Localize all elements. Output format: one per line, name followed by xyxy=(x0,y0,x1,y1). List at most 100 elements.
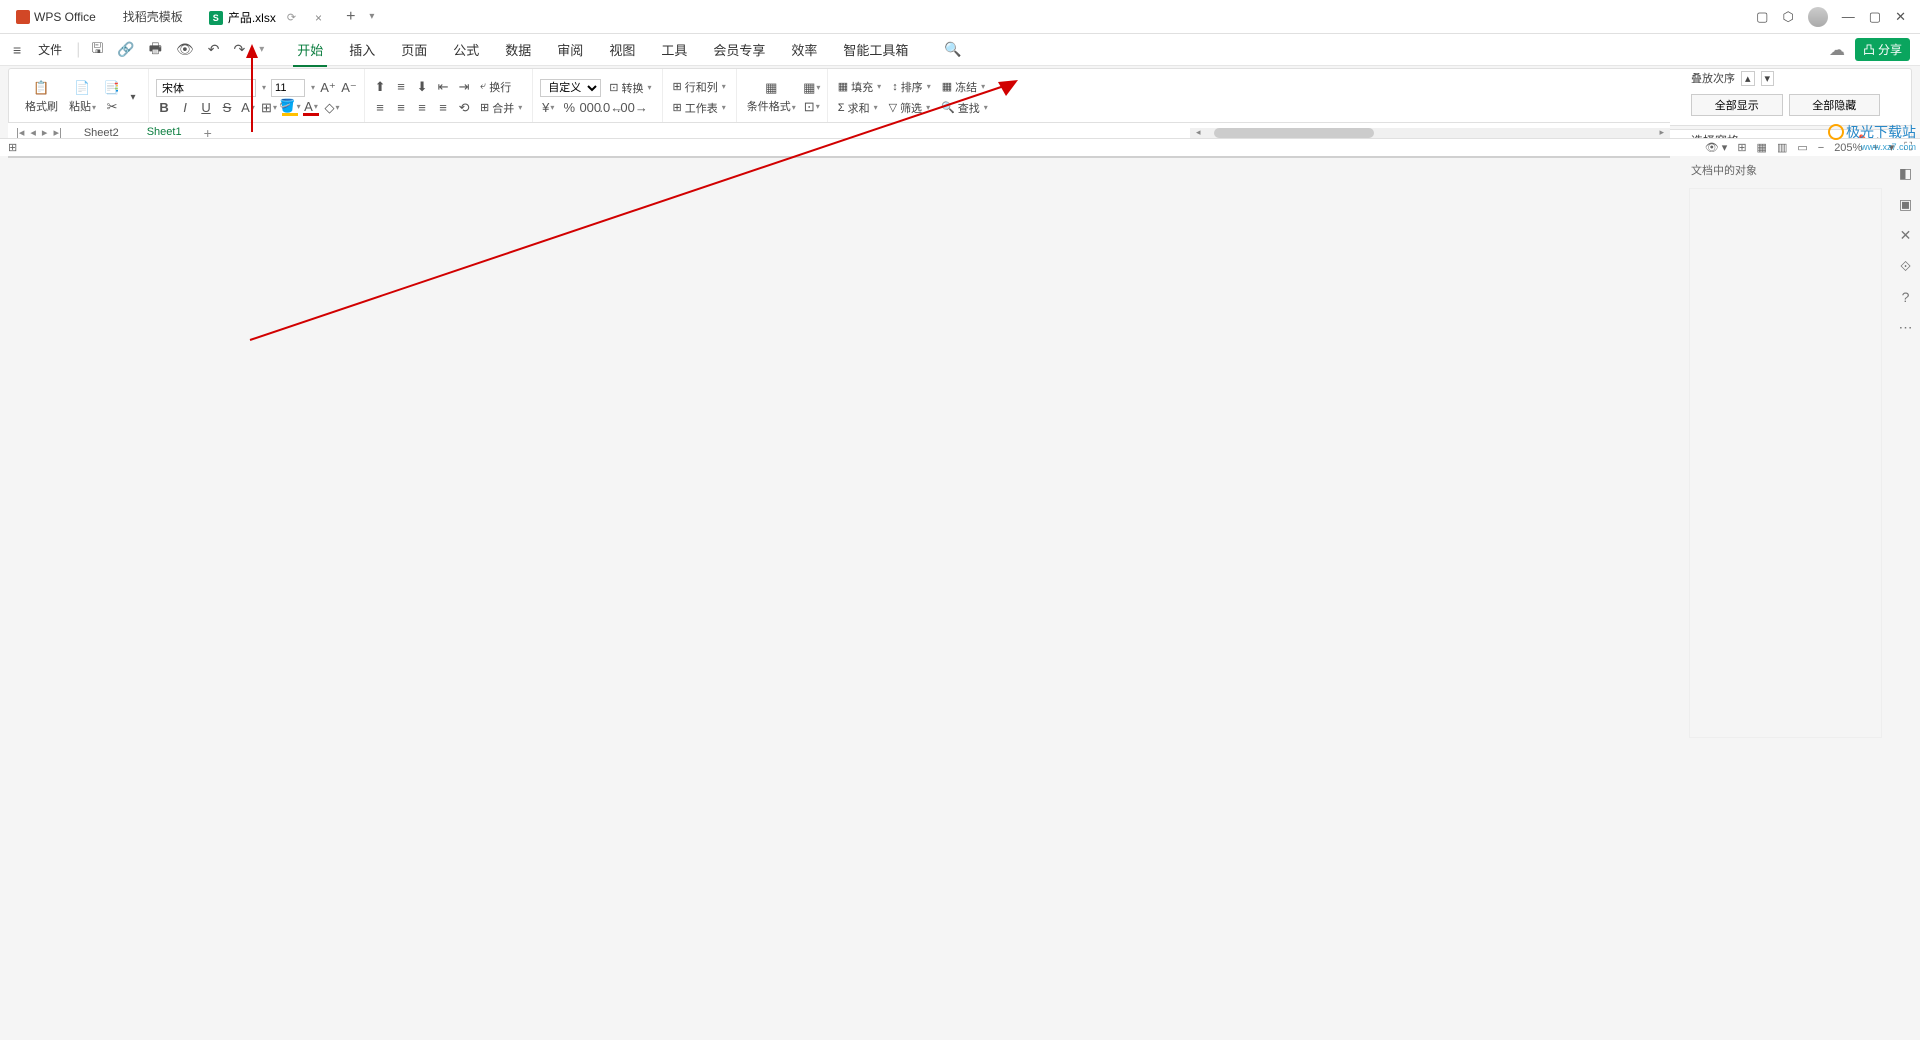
worksheet-button[interactable]: ⊞工作表▾ xyxy=(670,99,729,117)
eye-icon[interactable]: 👁 ▾ xyxy=(1705,141,1728,154)
more-icon[interactable]: ⋯ xyxy=(1897,319,1915,336)
help-icon[interactable]: ? xyxy=(1897,289,1915,305)
file-menu[interactable]: 文件 xyxy=(32,41,68,58)
align-justify-icon[interactable]: ≡ xyxy=(435,100,451,116)
filter-button[interactable]: ▽筛选▾ xyxy=(886,99,933,117)
fill-color-button[interactable]: 🪣▾ xyxy=(282,100,298,116)
clear-format-icon[interactable]: ◇▾ xyxy=(324,100,340,116)
orientation-icon[interactable]: ⟲ xyxy=(456,100,472,116)
view-normal-icon[interactable]: ⊞ xyxy=(1737,141,1746,154)
qat-dropdown-icon[interactable]: ▾ xyxy=(256,44,267,55)
col-header-B[interactable]: B xyxy=(224,157,339,158)
cloud-icon[interactable]: ☁ xyxy=(1829,40,1845,60)
move-up-icon[interactable]: ▴ xyxy=(1741,71,1755,86)
tab-dropdown-icon[interactable]: ▾ xyxy=(369,11,374,22)
selection-list[interactable] xyxy=(1689,188,1882,738)
freeze-button[interactable]: ▦冻结▾ xyxy=(939,78,988,96)
col-header-G[interactable]: G xyxy=(799,157,914,158)
search-icon[interactable]: 🔍 xyxy=(944,41,961,58)
underline-button[interactable]: U xyxy=(198,100,214,116)
font-dd-icon[interactable]: ▾ xyxy=(262,83,266,92)
hamburger-icon[interactable]: ≡ xyxy=(10,42,24,58)
show-all-button[interactable]: 全部显示 xyxy=(1691,94,1783,116)
align-right-icon[interactable]: ≡ xyxy=(414,100,430,116)
table-style-icon[interactable]: ⊡▾ xyxy=(804,99,820,115)
fill-button[interactable]: ▦填充▾ xyxy=(835,78,884,96)
move-down-icon[interactable]: ▾ xyxy=(1761,71,1775,86)
refresh-icon[interactable]: ⟳ xyxy=(287,11,296,24)
row-col-button[interactable]: ⊞行和列▾ xyxy=(670,78,729,96)
view-page-icon[interactable]: ▥ xyxy=(1777,141,1787,154)
tab-member[interactable]: 会员专享 xyxy=(709,40,769,59)
tab-formula[interactable]: 公式 xyxy=(449,40,483,59)
undo-icon[interactable]: ↶ xyxy=(205,41,223,58)
find-button[interactable]: 🔍查找▾ xyxy=(938,99,991,117)
align-top-icon[interactable]: ⬆ xyxy=(372,79,388,95)
col-header-J[interactable]: J xyxy=(1144,157,1259,158)
shrink-font-icon[interactable]: A⁻ xyxy=(341,80,357,96)
cell-styles-icon[interactable]: ▦▾ xyxy=(804,80,820,96)
redo-icon[interactable]: ↷ xyxy=(230,41,248,58)
col-header-E[interactable]: E xyxy=(569,157,684,158)
paste-button[interactable]: 📄粘贴▾ xyxy=(66,80,99,114)
tab-insert[interactable]: 插入 xyxy=(345,40,379,59)
align-center-icon[interactable]: ≡ xyxy=(393,100,409,116)
cube-icon[interactable]: ⬡ xyxy=(1782,9,1793,25)
currency-icon[interactable]: ¥▾ xyxy=(540,100,556,116)
align-middle-icon[interactable]: ≡ xyxy=(393,79,409,95)
comma-icon[interactable]: 000 xyxy=(582,100,598,116)
view-read-icon[interactable]: ▭ xyxy=(1797,141,1807,154)
indent-dec-icon[interactable]: ⇤ xyxy=(435,79,451,95)
zoom-out-icon[interactable]: − xyxy=(1818,142,1824,154)
strikethrough-button[interactable]: S xyxy=(219,100,235,116)
italic-button[interactable]: I xyxy=(177,100,193,116)
align-left-icon[interactable]: ≡ xyxy=(372,100,388,116)
horizontal-scrollbar[interactable]: ◂▸ xyxy=(1190,128,1670,138)
col-header-A[interactable]: A xyxy=(54,157,224,158)
font-more-icon[interactable]: A▾ xyxy=(240,100,256,116)
grow-font-icon[interactable]: A⁺ xyxy=(320,80,336,96)
view-grid-icon[interactable]: ▦ xyxy=(1757,141,1767,154)
tab-start[interactable]: 开始 xyxy=(293,40,327,59)
col-header-I[interactable]: I xyxy=(1029,157,1144,158)
font-name-input[interactable] xyxy=(156,79,256,97)
tab-page[interactable]: 页面 xyxy=(397,40,431,59)
format-painter-button[interactable]: 📋格式刷 xyxy=(22,80,61,114)
tab-efficiency[interactable]: 效率 xyxy=(787,40,821,59)
copy-icon[interactable]: 📑 xyxy=(104,80,120,96)
tab-view[interactable]: 视图 xyxy=(605,40,639,59)
avatar[interactable] xyxy=(1808,7,1828,27)
zoom-in-icon[interactable]: + xyxy=(1872,142,1878,154)
tools-icon[interactable]: ✕ xyxy=(1897,227,1915,244)
tab-smart-tools[interactable]: 智能工具箱 xyxy=(839,40,912,59)
bookmark-icon[interactable]: ⟐ xyxy=(1897,258,1915,275)
col-header-C[interactable]: C xyxy=(339,157,454,158)
document-tab[interactable]: S 产品.xlsx ⟳ × xyxy=(195,3,336,30)
transform-button[interactable]: ⊡转换▾ xyxy=(606,79,654,97)
size-dd-icon[interactable]: ▾ xyxy=(311,83,315,92)
expand-icon[interactable]: ⛶ xyxy=(1904,141,1912,154)
link-icon[interactable]: 🔗 xyxy=(114,41,137,58)
template-tab[interactable]: 找稻壳模板 xyxy=(106,4,195,29)
cut-icon[interactable]: ✂ xyxy=(104,99,120,115)
paste-dd-icon[interactable]: ▾ xyxy=(125,89,141,105)
tab-data[interactable]: 数据 xyxy=(501,40,535,59)
bold-button[interactable]: B xyxy=(156,100,172,116)
select-all-corner[interactable] xyxy=(9,157,54,158)
col-header-D[interactable]: D xyxy=(454,157,569,158)
zoom-level[interactable]: 205% xyxy=(1834,142,1862,154)
home-tab[interactable]: WPS Office xyxy=(6,10,106,24)
border-button[interactable]: ⊞▾ xyxy=(261,100,277,116)
print-icon[interactable]: 🖶 xyxy=(146,38,165,62)
merge-button[interactable]: ⊞合并▾ xyxy=(477,99,525,117)
screenshot-icon[interactable]: ▣ xyxy=(1897,196,1915,213)
decimal-dec-icon[interactable]: .00→ xyxy=(624,100,640,116)
status-left-icon[interactable]: ⊞ xyxy=(8,141,17,154)
font-color-button[interactable]: A▾ xyxy=(303,100,319,116)
sum-button[interactable]: Σ求和▾ xyxy=(835,99,881,117)
tab-review[interactable]: 审阅 xyxy=(553,40,587,59)
align-bottom-icon[interactable]: ⬇ xyxy=(414,79,430,95)
wrap-text-button[interactable]: ⤶换行 xyxy=(477,78,514,96)
col-header-H[interactable]: H xyxy=(914,157,1029,158)
maximize-icon[interactable]: ▢ xyxy=(1869,9,1881,25)
